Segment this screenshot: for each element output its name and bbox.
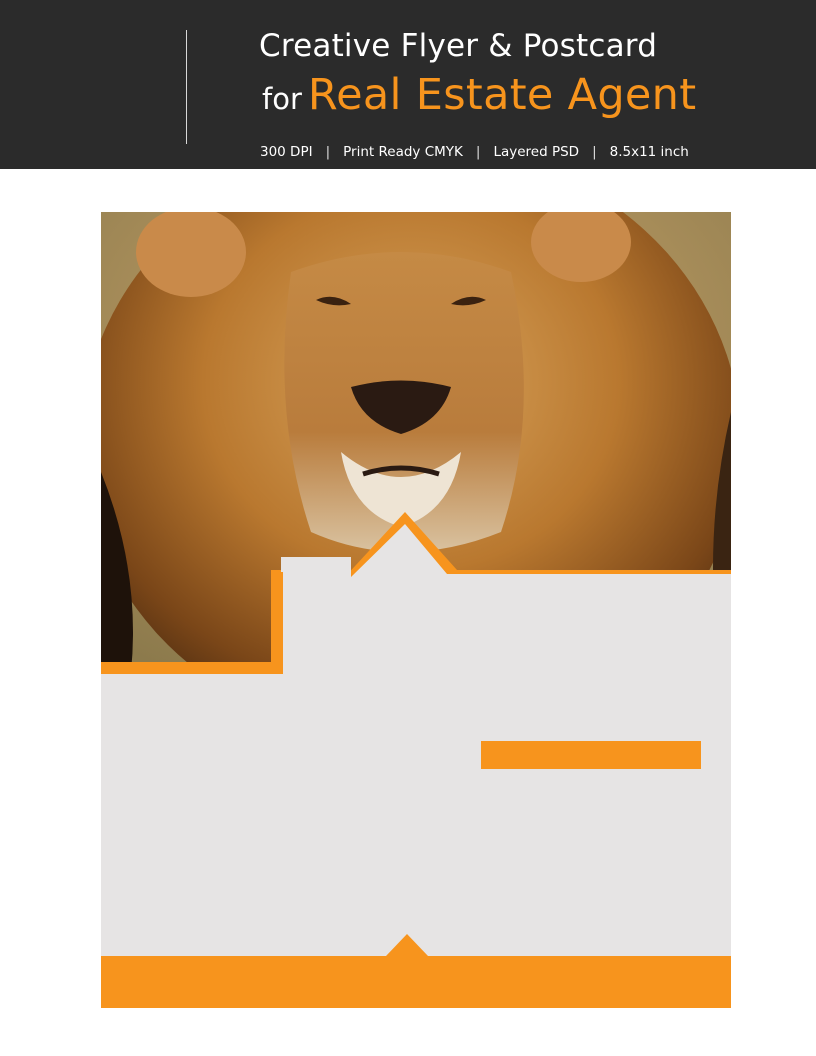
orange-label-bar: [481, 741, 701, 769]
headline-line-2: for Real Estate Agent: [262, 70, 696, 120]
vertical-divider: [186, 30, 187, 144]
flyer-preview: [101, 212, 731, 1008]
spec-dpi: 300 DPI: [260, 144, 313, 160]
spec-cmyk: Print Ready CMYK: [343, 144, 463, 160]
spec-separator: |: [475, 144, 481, 160]
headline-for: for: [262, 82, 302, 116]
flyer-artwork: [101, 212, 731, 1008]
spec-separator: |: [592, 144, 597, 160]
headline-line-1: Creative Flyer & Postcard: [259, 28, 658, 64]
spec-separator: |: [325, 144, 331, 160]
spec-list: 300 DPI | Print Ready CMYK | Layered PSD…: [260, 144, 689, 160]
spec-size: 8.5x11 inch: [609, 144, 689, 160]
spec-psd: Layered PSD: [493, 144, 580, 160]
header-banner: Creative Flyer & Postcard for Real Estate…: [0, 0, 816, 169]
headline-accent: Real Estate Agent: [307, 70, 697, 120]
